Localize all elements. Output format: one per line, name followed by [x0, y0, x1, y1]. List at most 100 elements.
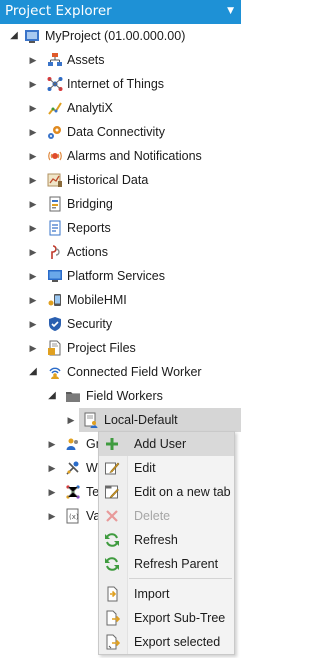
- bridging-icon: [47, 196, 63, 212]
- expand-arrow-icon[interactable]: ▶: [27, 144, 39, 168]
- tree-node-alarms-and-notifications[interactable]: ▶ Alarms and Notifications: [0, 144, 241, 168]
- historical-data-icon: [47, 172, 63, 188]
- export-subtree-icon: [104, 610, 120, 626]
- svg-text:(x): (x): [69, 513, 79, 521]
- tree-node-label: Platform Services: [67, 269, 165, 283]
- tree-node-label: MobileHMI: [67, 293, 127, 307]
- expand-arrow-icon[interactable]: ▶: [27, 48, 39, 72]
- analytix-icon: [47, 100, 63, 116]
- expand-arrow-icon[interactable]: ▶: [27, 120, 39, 144]
- tree-node-label: Data Connectivity: [67, 125, 165, 139]
- reports-icon: [47, 220, 63, 236]
- tree-node-label: Security: [67, 317, 113, 331]
- tree-node-internet-of-things[interactable]: ▶ Internet of Things: [0, 72, 241, 96]
- tree-node-myproject[interactable]: ◢ MyProject (01.00.000.00): [0, 24, 241, 48]
- tree-node-label: Historical Data: [67, 173, 149, 187]
- tree-node-platform-services[interactable]: ▶ Platform Services: [0, 264, 241, 288]
- expand-arrow-icon[interactable]: ▶: [27, 96, 39, 120]
- menu-item-label: Add User: [134, 437, 187, 451]
- menu-item-refresh-parent[interactable]: Refresh Parent: [99, 552, 234, 576]
- tree-node-field-workers[interactable]: ◢ Field Workers: [0, 384, 241, 408]
- edit-new-tab-icon: [104, 484, 120, 500]
- tree-node-label: Field Workers: [86, 389, 163, 403]
- tree-node-label: Internet of Things: [67, 77, 165, 91]
- data-connectivity-icon: [47, 124, 63, 140]
- collapse-arrow-icon[interactable]: ◢: [8, 24, 20, 48]
- group-icon: [65, 436, 81, 452]
- menu-item-label: Refresh Parent: [134, 557, 219, 571]
- menu-item-label: Export Sub-Tree: [134, 611, 226, 625]
- expand-arrow-icon[interactable]: ▶: [27, 336, 39, 360]
- expand-arrow-icon[interactable]: ▶: [27, 192, 39, 216]
- tree-node-historical-data[interactable]: ▶ Historical Data: [0, 168, 241, 192]
- menu-item-refresh[interactable]: Refresh: [99, 528, 234, 552]
- expand-arrow-icon[interactable]: ▶: [27, 168, 39, 192]
- template-icon: [65, 484, 81, 500]
- tree-node-actions[interactable]: ▶ Actions: [0, 240, 241, 264]
- tree-node-analytix[interactable]: ▶ AnalytiX: [0, 96, 241, 120]
- tree-node-label: AnalytiX: [67, 101, 113, 115]
- expand-arrow-icon[interactable]: ▶: [27, 312, 39, 336]
- menu-item-add-user[interactable]: Add User: [99, 432, 234, 456]
- tree-node-mobilehmi[interactable]: ▶ MobileHMI: [0, 288, 241, 312]
- expand-arrow-icon[interactable]: ▶: [46, 504, 58, 528]
- menu-item-label: Edit: [134, 461, 156, 475]
- project-files-icon: [47, 340, 63, 356]
- refresh-parent-icon: [104, 556, 120, 572]
- menu-item-export-selected[interactable]: Export selected: [99, 630, 234, 654]
- folder-icon: [65, 388, 81, 404]
- tree-node-label: Reports: [67, 221, 111, 235]
- platform-services-icon: [47, 268, 63, 284]
- local-default-icon: [83, 412, 99, 428]
- tree-node-assets[interactable]: ▶ Assets: [0, 48, 241, 72]
- iot-icon: [47, 76, 63, 92]
- panel-title: Project Explorer: [5, 3, 112, 19]
- expand-arrow-icon[interactable]: ▶: [46, 432, 58, 456]
- tree-node-label: Alarms and Notifications: [67, 149, 202, 163]
- tree-node-label: Actions: [67, 245, 108, 259]
- tree-node-label: Local-Default: [104, 413, 178, 427]
- menu-item-label: Edit on a new tab: [134, 485, 231, 499]
- tree-node-reports[interactable]: ▶ Reports: [0, 216, 241, 240]
- expand-arrow-icon[interactable]: ▶: [65, 408, 77, 432]
- tree-node-label: Project Files: [67, 341, 136, 355]
- expand-arrow-icon[interactable]: ▶: [27, 72, 39, 96]
- menu-item-label: Import: [134, 587, 170, 601]
- export-selected-icon: [104, 634, 120, 650]
- connected-field-worker-icon: [47, 364, 63, 380]
- tree-node-data-connectivity[interactable]: ▶ Data Connectivity: [0, 120, 241, 144]
- project-explorer-title-bar: Project Explorer ▼: [0, 0, 241, 24]
- project-icon: [24, 28, 40, 44]
- expand-arrow-icon[interactable]: ▶: [27, 216, 39, 240]
- collapse-arrow-icon[interactable]: ◢: [46, 384, 58, 408]
- tree-node-bridging[interactable]: ▶ Bridging: [0, 192, 241, 216]
- menu-item-export-sub-tree[interactable]: Export Sub-Tree: [99, 606, 234, 630]
- context-menu: Add User Edit Edit on a new tab Delete R…: [98, 431, 235, 655]
- expand-arrow-icon[interactable]: ▶: [46, 456, 58, 480]
- menu-item-import[interactable]: Import: [99, 582, 234, 606]
- tree-node-project-files[interactable]: ▶ Project Files: [0, 336, 241, 360]
- menu-item-edit[interactable]: Edit: [99, 456, 234, 480]
- menu-separator: [129, 578, 232, 579]
- refresh-icon: [104, 532, 120, 548]
- menu-item-label: Refresh: [134, 533, 178, 547]
- menu-item-edit-on-new-tab[interactable]: Edit on a new tab: [99, 480, 234, 504]
- expand-arrow-icon[interactable]: ▶: [27, 240, 39, 264]
- menu-item-label: Export selected: [134, 635, 221, 649]
- menu-item-delete[interactable]: Delete: [99, 504, 234, 528]
- mobilehmi-icon: [47, 292, 63, 308]
- tree-node-connected-field-worker[interactable]: ◢ Connected Field Worker: [0, 360, 241, 384]
- variable-icon: (x): [65, 508, 81, 524]
- tree-node-security[interactable]: ▶ Security: [0, 312, 241, 336]
- assets-icon: [47, 52, 63, 68]
- actions-icon: [47, 244, 63, 260]
- collapse-arrow-icon[interactable]: ◢: [27, 360, 39, 384]
- tree-node-local-default[interactable]: ▶ Local-Default: [0, 408, 241, 432]
- expand-arrow-icon[interactable]: ▶: [27, 288, 39, 312]
- panel-menu-dropdown-icon[interactable]: ▼: [227, 0, 234, 22]
- expand-arrow-icon[interactable]: ▶: [46, 480, 58, 504]
- workflow-icon: [65, 460, 81, 476]
- delete-icon: [104, 508, 120, 524]
- expand-arrow-icon[interactable]: ▶: [27, 264, 39, 288]
- tree-node-label: Assets: [67, 53, 105, 67]
